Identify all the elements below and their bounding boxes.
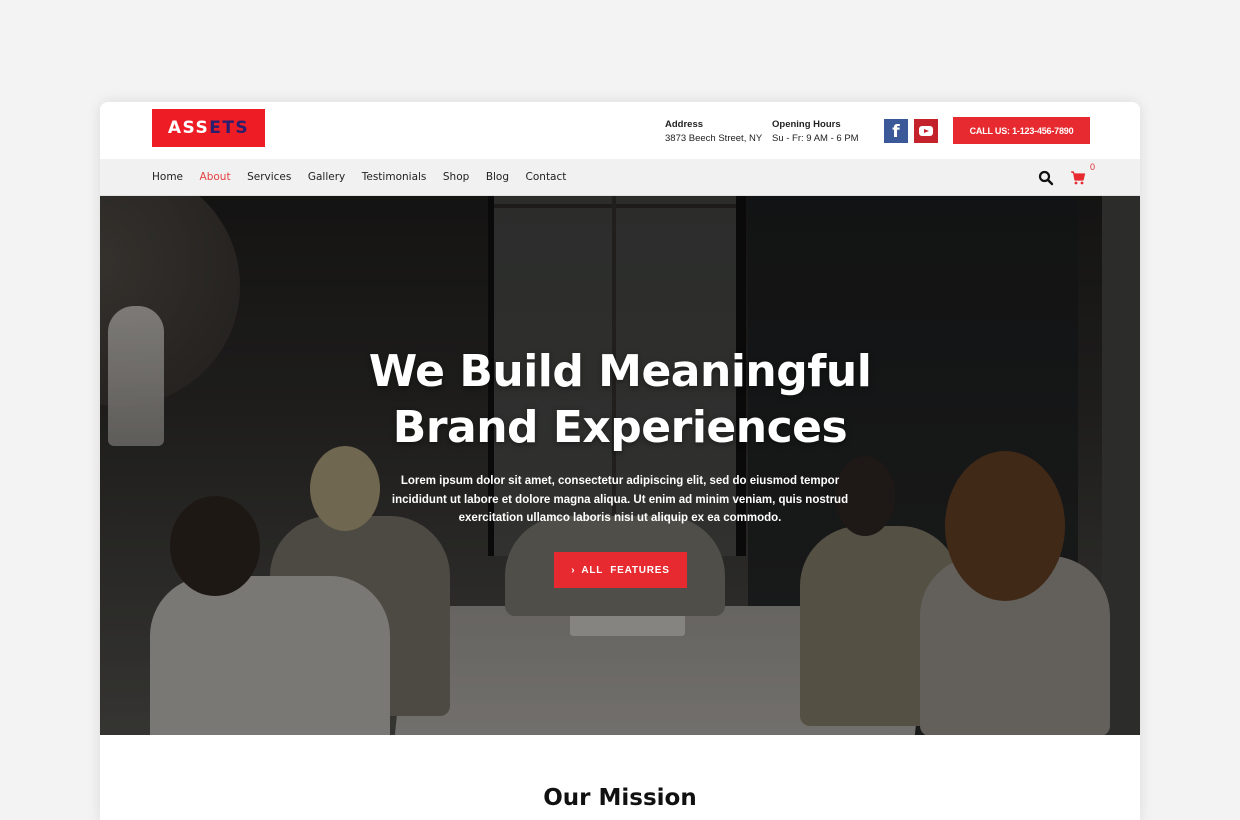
all-features-label: ALL FEATURES [581, 564, 670, 576]
hero-section: We Build Meaningful Brand Experiences Lo… [100, 196, 1140, 735]
facebook-link[interactable]: f [884, 119, 908, 143]
mission-heading: Our Mission [543, 785, 697, 811]
nav-item-testimonials[interactable]: Testimonials [362, 171, 427, 183]
nav-item-about[interactable]: About [200, 171, 231, 183]
youtube-link[interactable] [914, 119, 938, 143]
logo-text-part1: ASS [167, 118, 210, 138]
address-label: Address [665, 119, 704, 130]
nav-item-contact[interactable]: Contact [526, 171, 567, 183]
youtube-icon [919, 126, 933, 136]
logo[interactable]: ASS ETS [152, 109, 265, 147]
nav-item-gallery[interactable]: Gallery [308, 171, 345, 183]
nav-item-blog[interactable]: Blog [486, 171, 509, 183]
search-icon[interactable] [1038, 170, 1054, 186]
hero-title-line2: Brand Experiences [392, 402, 848, 453]
top-header: ASS ETS Address 3873 Beech Street, NY Ope… [100, 102, 1140, 159]
logo-text-part2: ETS [209, 118, 250, 138]
chevron-right-icon: › [571, 564, 576, 576]
hours-value: Su - Fr: 9 AM - 6 PM [772, 133, 859, 144]
nav-item-services[interactable]: Services [247, 171, 291, 183]
address-info: Address 3873 Beech Street, NY [665, 118, 762, 146]
browser-page: ASS ETS Address 3873 Beech Street, NY Ope… [100, 102, 1140, 820]
nav-item-shop[interactable]: Shop [443, 171, 469, 183]
hours-info: Opening Hours Su - Fr: 9 AM - 6 PM [772, 118, 859, 146]
main-nav: Home About Services Gallery Testimonials… [100, 159, 1140, 196]
hero-title: We Build Meaningful Brand Experiences [100, 344, 1140, 456]
cart-icon[interactable] [1070, 170, 1086, 186]
hours-label: Opening Hours [772, 119, 841, 130]
cart-count-badge: 0 [1090, 162, 1096, 172]
hero-description: Lorem ipsum dolor sit amet, consectetur … [391, 475, 849, 524]
hero-title-line1: We Build Meaningful [368, 346, 872, 397]
nav-item-home[interactable]: Home [152, 171, 183, 183]
call-us-button[interactable]: CALL US: 1-123-456-7890 [953, 117, 1090, 144]
facebook-icon: f [892, 122, 900, 142]
all-features-button[interactable]: › ALL FEATURES [554, 552, 687, 588]
address-value: 3873 Beech Street, NY [665, 133, 763, 144]
